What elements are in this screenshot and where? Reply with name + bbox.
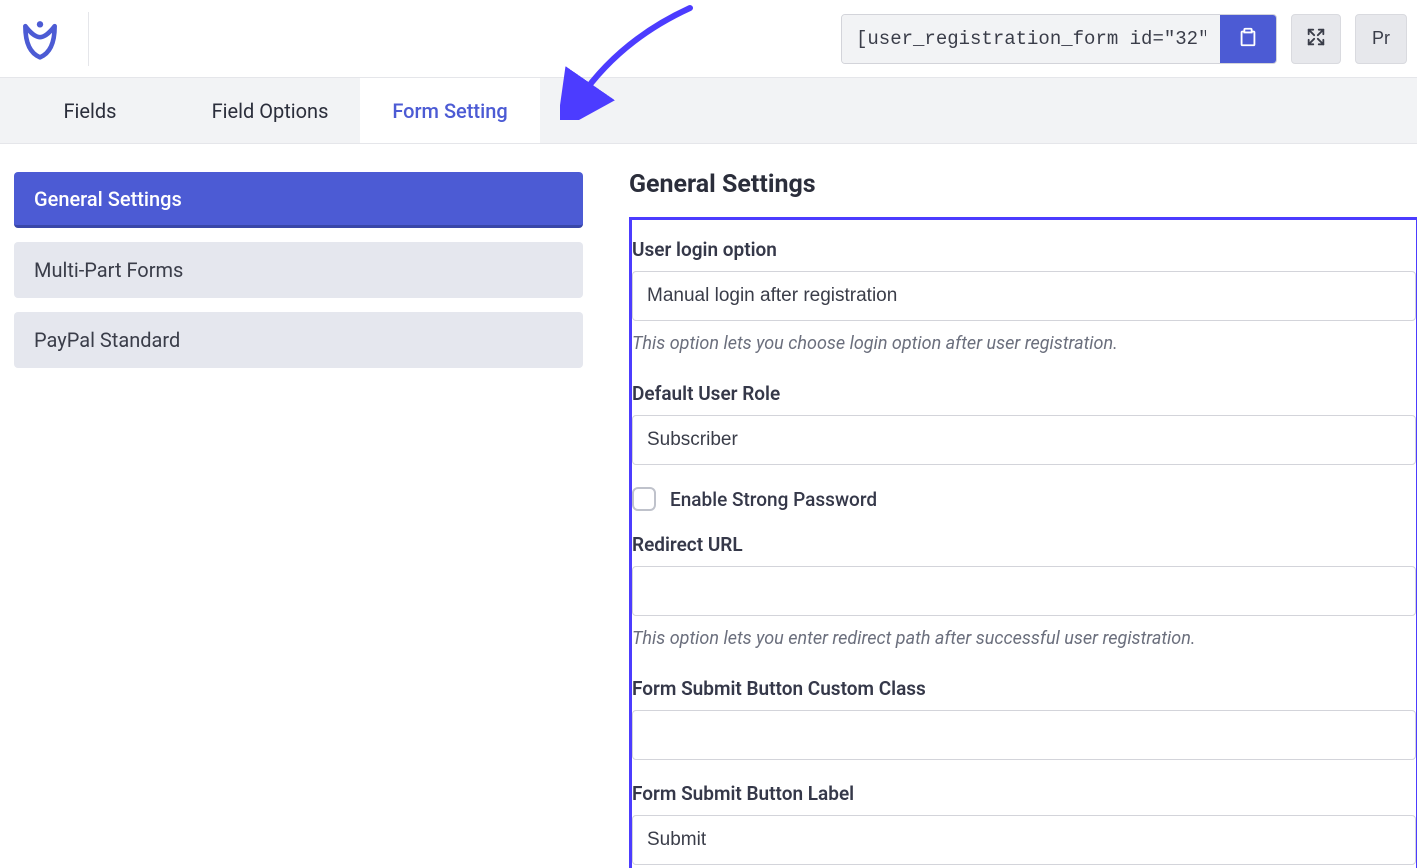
field-label: User login option [632,232,1416,271]
field-user-login-option: User login option This option lets you c… [632,232,1416,370]
tabs-row: Fields Field Options Form Setting [0,78,1417,144]
tab-label: Fields [64,99,117,123]
help-text: This option lets you choose login option… [632,321,1416,370]
settings-sidebar: General Settings Multi-Part Forms PayPal… [0,144,597,868]
sidebar-item-multi-part-forms[interactable]: Multi-Part Forms [14,242,583,298]
tab-label: Form Setting [392,99,507,123]
redirect-url-input[interactable] [632,566,1416,616]
topbar: Pr [0,0,1417,78]
submit-button-class-input[interactable] [632,710,1416,760]
field-label: Redirect URL [632,527,1416,566]
clipboard-icon [1237,26,1259,51]
tab-label: Field Options [212,99,329,123]
tab-fields[interactable]: Fields [0,78,180,143]
field-submit-button-class: Form Submit Button Custom Class [632,671,1416,760]
fullscreen-icon [1305,26,1327,51]
shortcode-toolbar: Pr [841,14,1417,64]
field-label: Default User Role [632,376,1416,415]
strong-password-checkbox[interactable] [632,487,656,511]
topbar-separator [88,12,89,66]
shortcode-input[interactable] [842,15,1220,63]
preview-button[interactable]: Pr [1355,14,1407,64]
sidebar-item-paypal-standard[interactable]: PayPal Standard [14,312,583,368]
checkbox-label: Enable Strong Password [670,488,877,511]
field-enable-strong-password: Enable Strong Password [632,471,1416,527]
sidebar-item-general-settings[interactable]: General Settings [14,172,583,228]
preview-label: Pr [1372,28,1390,49]
sidebar-item-label: Multi-Part Forms [34,258,183,282]
field-label: Form Submit Button Label [632,776,1416,815]
user-login-option-select[interactable] [632,271,1416,321]
field-redirect-url: Redirect URL This option lets you enter … [632,527,1416,665]
submit-button-label-input[interactable] [632,815,1416,865]
field-default-user-role: Default User Role [632,376,1416,465]
copy-shortcode-button[interactable] [1220,15,1276,63]
sidebar-item-label: PayPal Standard [34,328,180,352]
page-title: General Settings [629,170,1417,199]
settings-panel: User login option This option lets you c… [629,217,1417,868]
tab-form-setting[interactable]: Form Setting [360,78,540,143]
sidebar-item-label: General Settings [34,187,182,211]
field-label: Form Submit Button Custom Class [632,671,1416,710]
fullscreen-button[interactable] [1291,14,1341,64]
field-submit-button-label: Form Submit Button Label [632,776,1416,865]
shortcode-box [841,14,1277,64]
tab-field-options[interactable]: Field Options [180,78,360,143]
help-text: This option lets you enter redirect path… [632,616,1416,665]
default-user-role-select[interactable] [632,415,1416,465]
app-logo [18,17,62,61]
settings-content: General Settings User login option This … [597,144,1417,868]
